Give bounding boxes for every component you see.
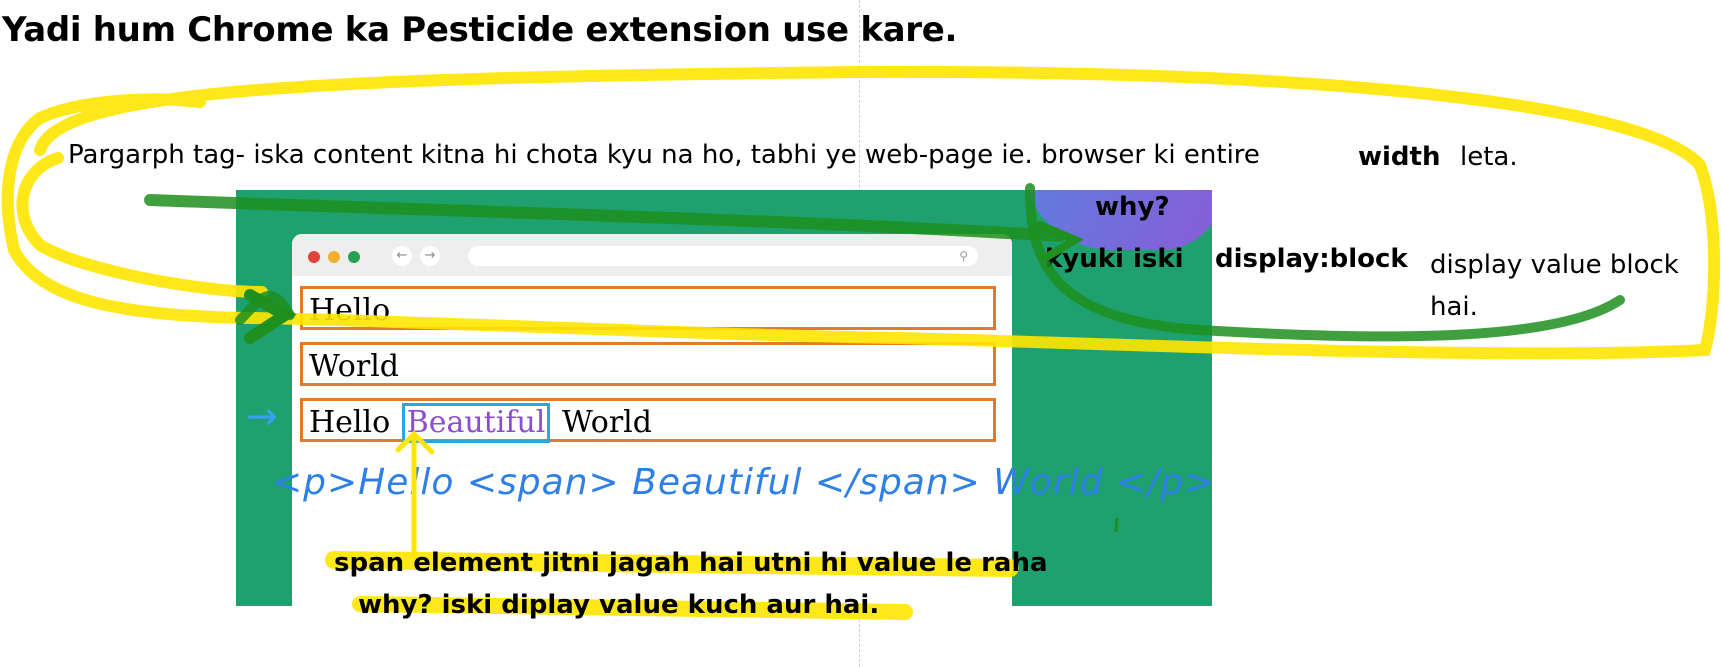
green-top-stroke <box>144 194 1066 242</box>
note-why-bottom: why? iski diplay value kuch aur hai. <box>358 590 880 620</box>
yellow-inner-loop-stroke <box>16 152 268 298</box>
note-span-element: span element jitni jagah hai utni hi val… <box>334 548 1048 578</box>
yellow-loop-stroke <box>1 65 1721 360</box>
green-tick <box>1114 517 1119 533</box>
green-right-loop-stroke <box>1025 183 1625 342</box>
